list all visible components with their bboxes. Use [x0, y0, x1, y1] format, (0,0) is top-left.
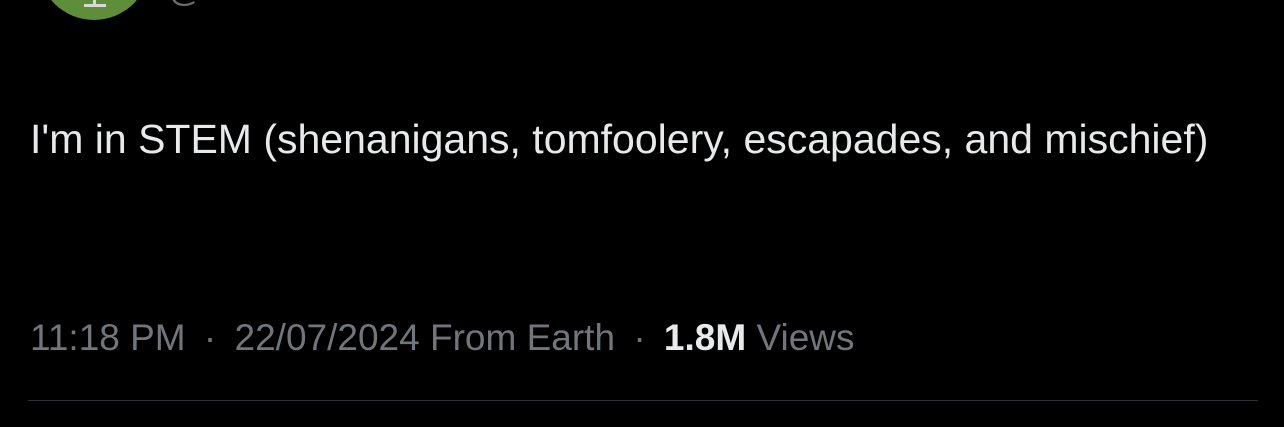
tweet-text: I'm in STEM (shenanigans, tomfoolery, es… [30, 116, 1209, 162]
tweet-metadata: 11:18 PM · 22/07/2024 From Earth · 1.8M … [30, 314, 855, 362]
meta-separator: · [633, 317, 646, 358]
meta-separator: · [203, 317, 217, 358]
avatar-image-icon [84, 0, 106, 7]
avatar[interactable] [38, 0, 150, 20]
author-handle[interactable]: @ [168, 0, 203, 10]
tweet-time[interactable]: 11:18 PM [30, 317, 186, 358]
divider [28, 400, 1258, 401]
tweet-date[interactable]: 22/07/2024 [235, 317, 420, 358]
tweet-source: From Earth [429, 317, 616, 358]
views-count[interactable]: 1.8M [664, 317, 746, 358]
views-label: Views [756, 317, 855, 358]
